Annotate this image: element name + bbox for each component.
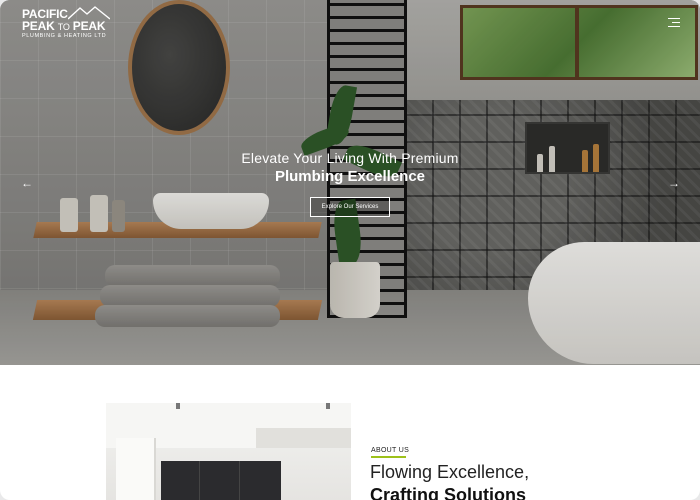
- about-label-underline: [371, 456, 406, 458]
- arrow-right-icon[interactable]: →: [667, 176, 681, 190]
- hero-subtitle: Elevate Your Living With Premium: [241, 150, 459, 166]
- about-heading-line-2: Crafting Solutions: [370, 485, 526, 500]
- hero-section: PACIFIC PEAK TO PEAK PLUMBING & HEATING …: [0, 0, 700, 365]
- explore-services-button[interactable]: Explore Our Services: [310, 197, 390, 217]
- hero-title: Plumbing Excellence: [274, 168, 426, 185]
- logo-word-to: TO: [57, 22, 70, 32]
- about-heading-line-1: Flowing Excellence,: [370, 462, 530, 482]
- logo-word-peak-2: PEAK: [72, 19, 106, 33]
- logo-word-peak-1: PEAK: [22, 19, 55, 33]
- mountain-icon: [68, 6, 110, 20]
- arrow-left-icon[interactable]: ←: [20, 176, 34, 190]
- page-frame: PACIFIC PEAK TO PEAK PLUMBING & HEATING …: [0, 0, 700, 500]
- about-label: ABOUT US: [371, 447, 410, 454]
- site-logo[interactable]: PACIFIC PEAK TO PEAK PLUMBING & HEATING …: [22, 6, 110, 40]
- logo-tagline: PLUMBING & HEATING LTD: [22, 33, 107, 39]
- about-image: [106, 403, 351, 500]
- logo-line-2: PEAK TO PEAK: [22, 20, 106, 32]
- hamburger-icon[interactable]: [668, 18, 680, 28]
